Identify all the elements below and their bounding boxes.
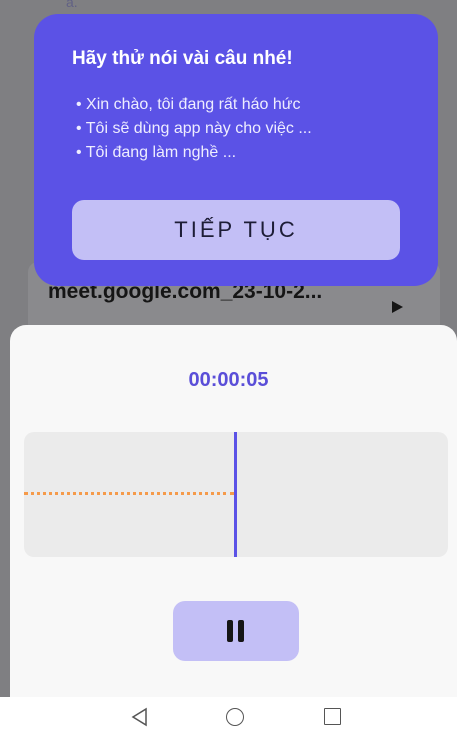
prompt-title: Hãy thử nói vài câu nhé! — [72, 48, 293, 69]
prompt-example: Tôi đang làm nghề ... — [76, 141, 312, 165]
recording-timer: 00:00:05 — [188, 369, 269, 391]
audio-waveform — [24, 432, 448, 557]
waveform-playhead — [234, 432, 237, 557]
waveform-trace — [24, 492, 234, 495]
pause-button[interactable] — [173, 601, 299, 661]
pause-icon — [225, 620, 247, 642]
continue-button[interactable]: TIẾP TỤC — [72, 200, 400, 260]
system-navigation-bar — [0, 697, 457, 739]
play-icon — [392, 301, 403, 313]
back-triangle-icon[interactable] — [130, 707, 150, 727]
prompt-example: Xin chào, tôi đang rất háo hức — [76, 93, 312, 117]
speech-prompt-card: Hãy thử nói vài câu nhé! Xin chào, tôi đ… — [34, 14, 438, 286]
prompt-example: Tôi sẽ dùng app này cho việc ... — [76, 117, 312, 141]
background-partial-text: ẩ. — [66, 0, 78, 10]
home-circle-icon[interactable] — [226, 708, 244, 726]
prompt-example-list: Xin chào, tôi đang rất háo hức Tôi sẽ dù… — [76, 93, 312, 165]
recent-apps-square-icon[interactable] — [324, 708, 341, 725]
